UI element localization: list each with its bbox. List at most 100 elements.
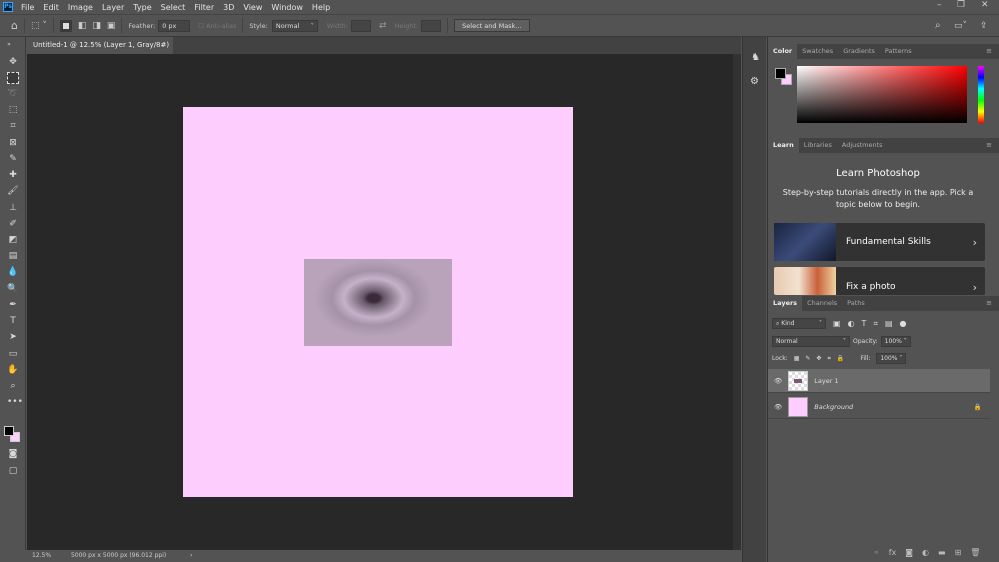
status-menu-arrow[interactable]: › — [190, 552, 192, 559]
subtract-selection-icon[interactable]: ◨ — [92, 21, 101, 31]
close-window-button[interactable]: ✕ — [981, 0, 989, 10]
marquee-tool-icon[interactable] — [7, 72, 19, 84]
tab-layers[interactable]: Layers — [768, 296, 803, 311]
restore-button[interactable]: ❐ — [957, 0, 965, 10]
zoom-level[interactable]: 12.5% — [32, 552, 51, 559]
lasso-tool-icon[interactable]: ➰ — [7, 88, 19, 100]
eye-image-layer[interactable] — [304, 259, 452, 346]
hue-slider[interactable] — [978, 66, 984, 123]
smart-object-filter-icon[interactable]: ▤ — [885, 319, 893, 328]
new-selection-icon[interactable] — [59, 19, 72, 32]
fill-input[interactable]: 100% ˅ — [876, 353, 907, 364]
menu-window[interactable]: Window — [271, 3, 303, 12]
more-tools-icon[interactable]: ••• — [7, 396, 23, 408]
tab-adjustments[interactable]: Adjustments — [837, 138, 888, 153]
menu-edit[interactable]: Edit — [43, 3, 59, 12]
visibility-eye-icon[interactable]: 👁 — [774, 403, 782, 411]
collapse-icon[interactable]: » — [3, 39, 15, 51]
home-icon[interactable]: ⌂ — [11, 19, 18, 32]
menu-3d[interactable]: 3D — [223, 3, 234, 12]
layer-row-layer-1[interactable]: 👁 Layer 1 — [768, 369, 990, 393]
new-layer-icon[interactable]: ⊞ — [955, 548, 962, 557]
type-filter-icon[interactable]: T — [862, 319, 867, 328]
color-foreground-swatch[interactable] — [775, 68, 786, 79]
lock-image-icon[interactable]: ✎ — [805, 355, 810, 362]
panel-menu-icon[interactable]: ≡ — [981, 296, 997, 311]
add-selection-icon[interactable]: ◧ — [78, 21, 87, 31]
tab-patterns[interactable]: Patterns — [880, 44, 917, 59]
menu-help[interactable]: Help — [312, 3, 330, 12]
lock-position-icon[interactable]: ✥ — [816, 355, 821, 362]
document-tab[interactable]: Untitled-1 @ 12.5% (Layer 1, Gray/8#) * … — [27, 37, 173, 66]
select-and-mask-button[interactable]: Select and Mask... — [454, 19, 530, 32]
tab-paths[interactable]: Paths — [842, 296, 870, 311]
path-select-icon[interactable]: ➤ — [7, 331, 19, 343]
shape-filter-icon[interactable]: ⌗ — [873, 319, 878, 329]
height-input[interactable] — [421, 19, 442, 32]
tab-swatches[interactable]: Swatches — [797, 44, 838, 59]
adjustment-layer-icon[interactable]: ◐ — [922, 548, 929, 557]
hand-tool-icon[interactable]: ✋ — [7, 364, 19, 376]
color-picker-field[interactable] — [797, 66, 967, 123]
clone-stamp-icon[interactable]: ⊥ — [7, 202, 19, 214]
crop-tool-icon[interactable]: ⌗ — [7, 120, 19, 132]
lock-transparent-icon[interactable]: ▦ — [794, 355, 800, 362]
pen-tool-icon[interactable]: ✒ — [7, 299, 19, 311]
layer-name[interactable]: Layer 1 — [814, 377, 838, 385]
marquee-preset-icon[interactable]: ⬚ ˅ — [31, 21, 47, 31]
vertical-scrollbar[interactable] — [733, 54, 741, 550]
tab-learn[interactable]: Learn — [768, 138, 799, 153]
blur-tool-icon[interactable]: 💧 — [7, 266, 19, 278]
pixel-filter-icon[interactable]: ▣ — [833, 319, 841, 328]
intersect-selection-icon[interactable]: ▣ — [107, 21, 116, 31]
menu-layer[interactable]: Layer — [102, 3, 124, 12]
minimize-button[interactable]: – — [937, 0, 942, 10]
dodge-tool-icon[interactable]: 🔍 — [7, 283, 19, 295]
layer-name[interactable]: Background — [814, 403, 853, 411]
share-icon[interactable]: ⇪ — [980, 21, 988, 31]
move-tool-icon[interactable]: ✥ — [7, 56, 19, 68]
properties-panel-icon[interactable]: ⚙ — [750, 76, 759, 87]
learn-card-fundamental-skills[interactable]: Fundamental Skills › — [774, 223, 985, 261]
workspace-icon[interactable]: ▭˅ — [954, 21, 967, 31]
feather-input[interactable]: 0 px — [158, 19, 191, 32]
add-mask-icon[interactable]: ◙ — [905, 548, 913, 557]
panel-menu-icon[interactable]: ≡ — [981, 138, 997, 153]
learn-card-fix-photo[interactable]: Fix a photo › — [774, 267, 985, 295]
menu-image[interactable]: Image — [68, 3, 93, 12]
search-icon[interactable]: ⌕ — [935, 20, 941, 31]
quick-mask-icon[interactable]: ◙ — [7, 448, 19, 460]
history-panel-icon[interactable]: ♞ — [751, 52, 760, 63]
type-tool-icon[interactable]: T — [7, 315, 19, 327]
swap-icon[interactable]: ⇄ — [379, 21, 387, 31]
delete-layer-icon[interactable]: 🗑 — [970, 548, 980, 557]
lock-all-icon[interactable]: 🔒 — [837, 355, 844, 362]
fx-icon[interactable]: fx — [889, 548, 897, 557]
object-select-tool-icon[interactable]: ⬚ — [7, 104, 19, 116]
zoom-tool-icon[interactable]: ⌕ — [7, 380, 19, 392]
screen-mode-icon[interactable]: ▢ — [7, 465, 19, 477]
layer-row-background[interactable]: 👁 Background 🔒 — [768, 395, 990, 419]
eyedropper-tool-icon[interactable]: ✎ — [7, 153, 19, 165]
adjustment-filter-icon[interactable]: ◐ — [848, 319, 855, 328]
eraser-tool-icon[interactable]: ◩ — [7, 234, 19, 246]
tab-libraries[interactable]: Libraries — [799, 138, 837, 153]
menu-type[interactable]: Type — [133, 3, 151, 12]
foreground-color-swatch[interactable] — [4, 426, 14, 436]
healing-brush-icon[interactable]: ✚ — [7, 169, 19, 181]
frame-tool-icon[interactable]: ⊠ — [7, 137, 19, 149]
new-group-icon[interactable]: ▬ — [938, 548, 946, 557]
gradient-tool-icon[interactable]: ▤ — [7, 250, 19, 262]
tab-channels[interactable]: Channels — [802, 296, 842, 311]
filter-toggle-icon[interactable]: ● — [900, 319, 907, 328]
rectangle-tool-icon[interactable]: ▭ — [7, 348, 19, 360]
tab-gradients[interactable]: Gradients — [838, 44, 880, 59]
menu-filter[interactable]: Filter — [194, 3, 214, 12]
menu-file[interactable]: File — [21, 3, 34, 12]
lock-artboard-icon[interactable]: ⌗ — [827, 355, 830, 363]
opacity-input[interactable]: 100% ˅ — [880, 336, 911, 347]
menu-view[interactable]: View — [243, 3, 262, 12]
brush-tool-icon[interactable]: 🖌 — [7, 185, 19, 197]
tab-color[interactable]: Color — [768, 44, 798, 59]
link-layers-icon[interactable]: ⚭ — [873, 548, 880, 557]
